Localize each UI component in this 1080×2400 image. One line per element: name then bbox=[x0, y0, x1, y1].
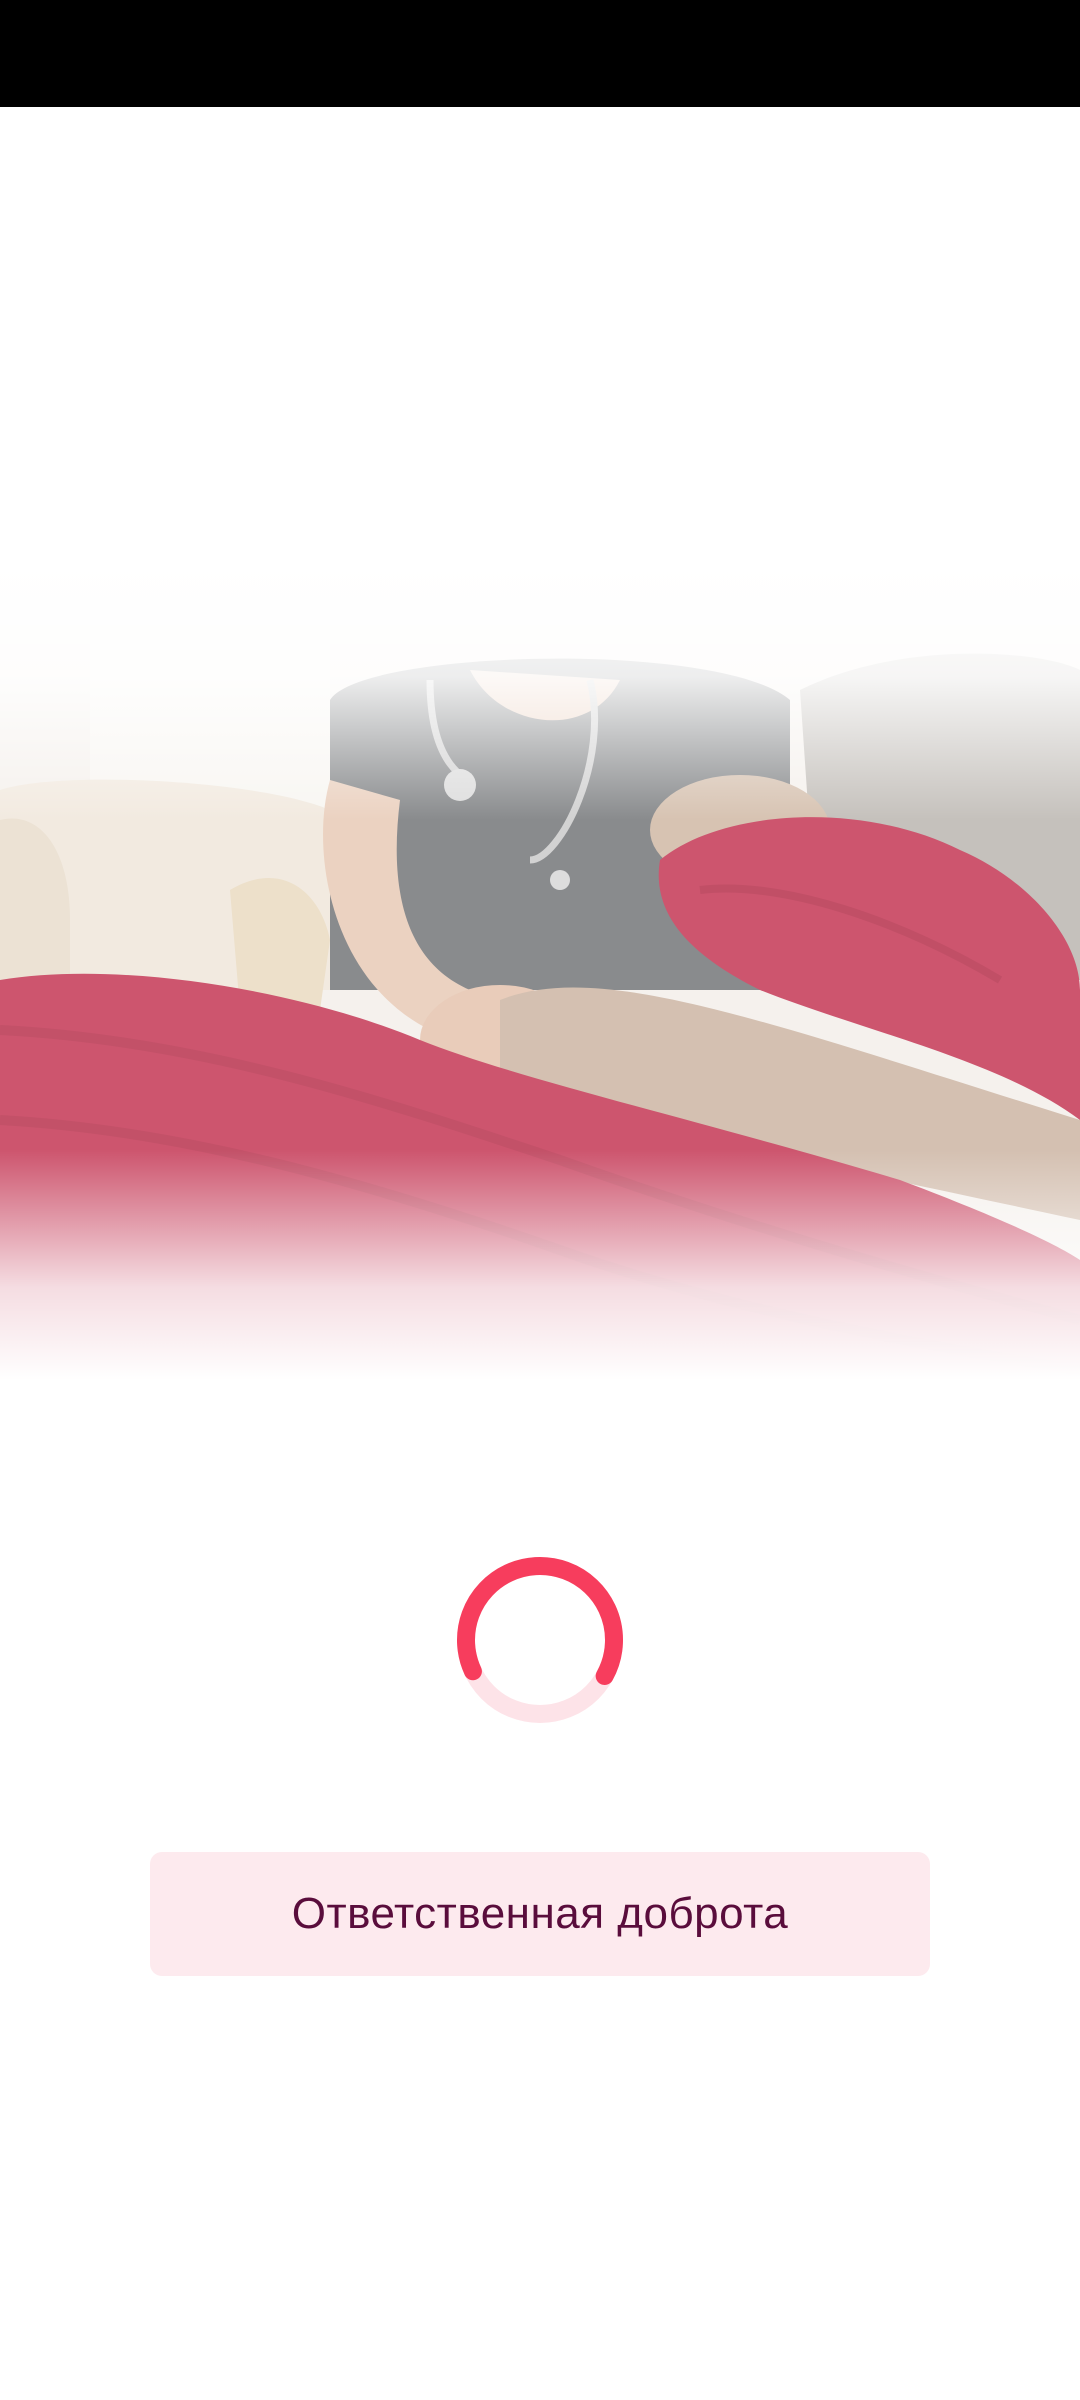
status-bar bbox=[0, 0, 1080, 107]
spinner-arc bbox=[457, 1557, 623, 1723]
splash-screen: Ответственная доброта bbox=[0, 0, 1080, 2400]
tagline-banner: Ответственная доброта bbox=[150, 1852, 930, 1976]
tagline-text: Ответственная доброта bbox=[291, 1889, 789, 1938]
hero-image-caregiver-holding-hand bbox=[0, 560, 1080, 1380]
loading-spinner-icon bbox=[457, 1557, 623, 1723]
